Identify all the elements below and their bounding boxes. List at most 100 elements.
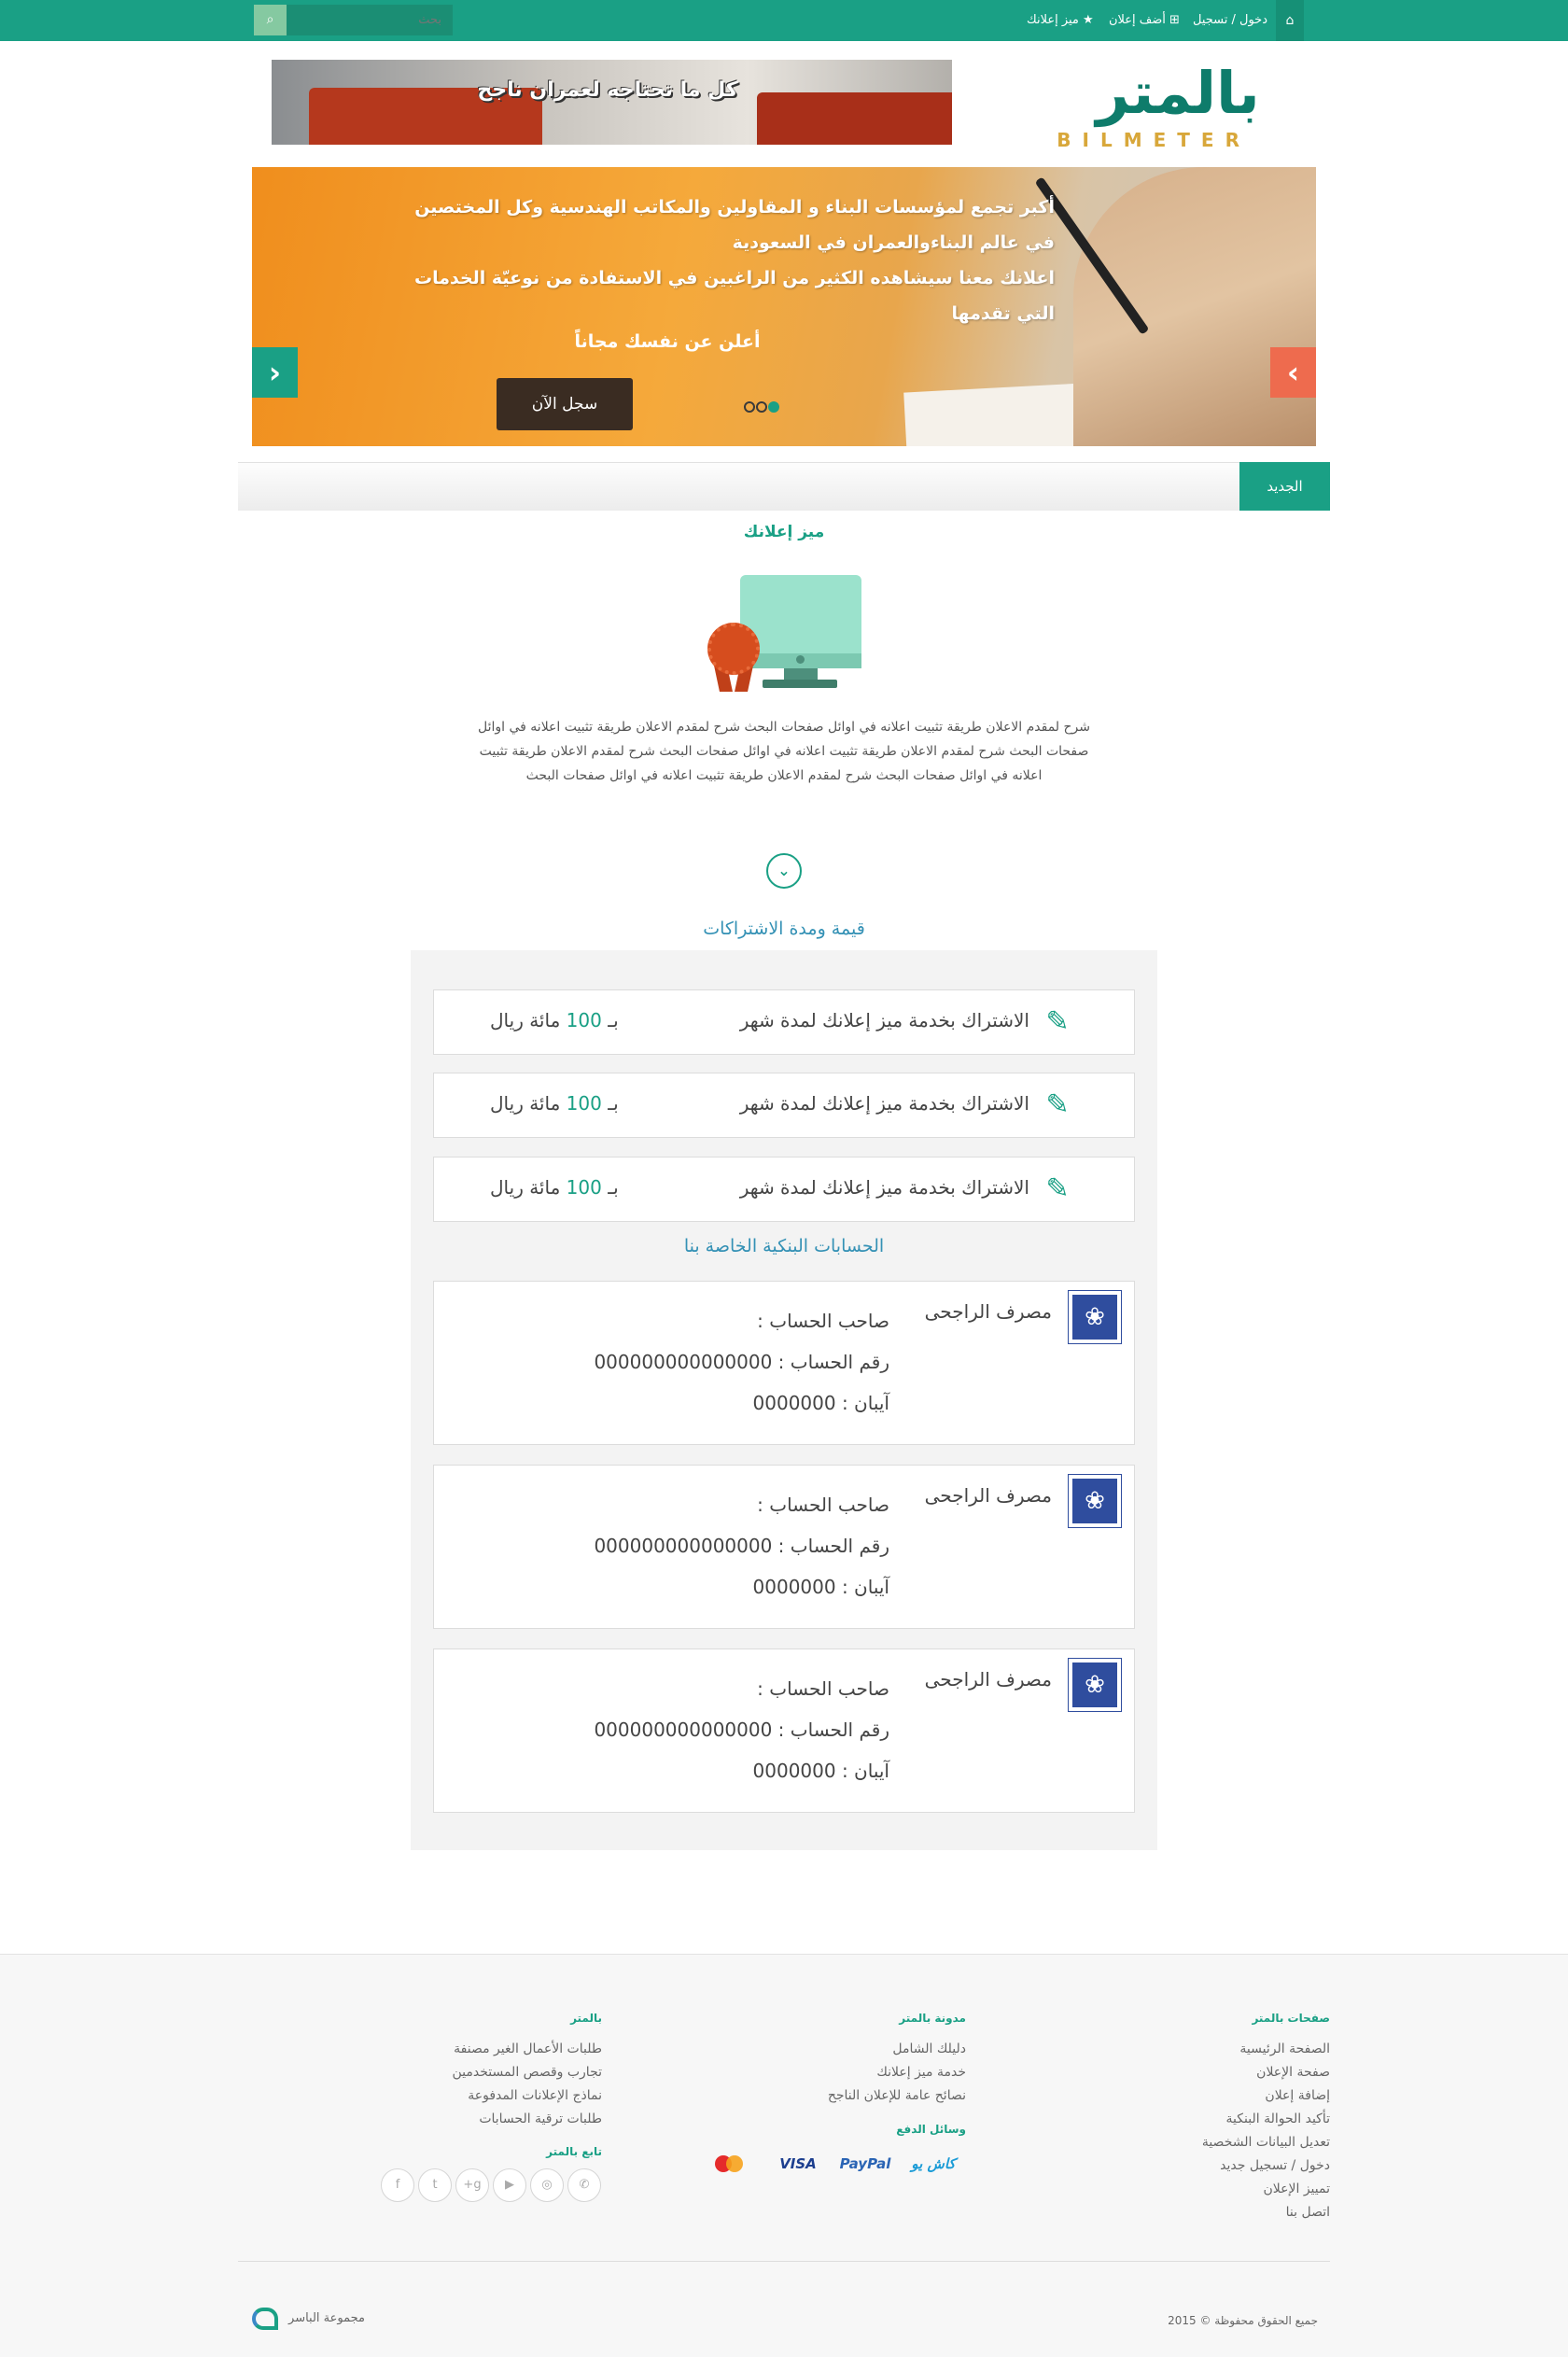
footer-col-title: بالمتر [570, 2012, 602, 2025]
price-prefix: بـ [608, 1092, 619, 1115]
footer-link[interactable]: طلبات الأعمال الغير مصنفة [322, 2041, 602, 2056]
slide-line: اعلانك معنا سيشاهده الكثير من الراغبين ف… [413, 268, 1055, 288]
cashu-icon: كاش يو [911, 2155, 956, 2172]
group-name[interactable]: مجموعة الباسر [271, 2311, 383, 2325]
twitter-icon[interactable]: t [418, 2168, 452, 2202]
search-input[interactable] [285, 5, 453, 35]
plus-square-icon: ⊞ [1165, 13, 1180, 27]
footer-link[interactable]: صفحة الإعلان [1050, 2065, 1330, 2080]
payments-title: وسائل الدفع [896, 2123, 966, 2136]
price-amount: 100 [566, 1176, 602, 1199]
banner-text: كل ما تحتاجه لعمران ناجح [477, 78, 738, 102]
subscription-plan[interactable]: ✎ الاشتراك بخدمة ميز إعلانك لمدة شهر بـ … [433, 989, 1135, 1055]
instagram-icon[interactable]: ◎ [530, 2168, 564, 2202]
footer-col-title: مدونة بالمتر [899, 2012, 966, 2025]
slider-dot-active[interactable] [768, 401, 779, 413]
footer-link[interactable]: طلبات ترقية الحسابات [322, 2111, 602, 2126]
price-amount: 100 [566, 1092, 602, 1115]
hero-slider: أكبر تجمع لمؤسسات البناء و المقاولين وال… [252, 167, 1316, 446]
footer-link[interactable]: تأكيد الحوالة البنكية [1050, 2111, 1330, 2126]
subscription-plan[interactable]: ✎ الاشتراك بخدمة ميز إعلانك لمدة شهر بـ … [433, 1073, 1135, 1138]
slide-headline: أكبر تجمع لمؤسسات البناء و المقاولين وال… [252, 189, 1055, 331]
add-ad-label: أضف إعلان [1109, 13, 1166, 27]
price-prefix: بـ [608, 1009, 619, 1031]
chevron-down-icon[interactable]: ⌄ [766, 853, 802, 889]
bank-account-card: ❀ مصرف الراجحى صاحب الحساب : رقم الحساب … [433, 1465, 1135, 1629]
mastercard-circle [726, 2155, 743, 2172]
slide-line: التي تقدمها [951, 303, 1055, 324]
tab-bar [238, 462, 1330, 511]
slider-dot[interactable] [744, 401, 755, 413]
visa-icon: VISA [779, 2155, 817, 2172]
plan-price: بـ 100 مائة ريال [490, 1009, 639, 1031]
edit-document-icon: ✎ [1045, 1005, 1070, 1038]
account-owner: صاحب الحساب : [757, 1677, 889, 1700]
footer-link[interactable]: تجارب وقصص المستخدمين [322, 2065, 602, 2080]
award-badge-icon [707, 623, 760, 675]
youtube-icon[interactable]: ▶ [493, 2168, 526, 2202]
site-logo-latin: BILMETER [1057, 129, 1251, 151]
tab-new[interactable]: الجديد [1239, 462, 1330, 511]
footer-link[interactable]: إضافة إعلان [1050, 2088, 1330, 2103]
footer-link[interactable]: دليلك الشامل [686, 2041, 966, 2056]
price-prefix: بـ [608, 1176, 619, 1199]
register-now-button[interactable]: سجل الآن [497, 378, 633, 430]
google-plus-icon[interactable]: g+ [455, 2168, 489, 2202]
subscriptions-title: قيمة ومدة الاشتراكات [703, 919, 865, 939]
feature-ad-link[interactable]: ★ ميز إعلانك [1027, 0, 1094, 41]
price-suffix: مائة ريال [490, 1009, 561, 1031]
account-number: رقم الحساب : 000000000000000 [594, 1535, 889, 1557]
bank-logo-icon: ❀ [1068, 1474, 1122, 1528]
slide-line: في عالم البناءوالعمران في السعودية [732, 232, 1055, 253]
price-suffix: مائة ريال [490, 1092, 561, 1115]
chevron-right-icon[interactable]: › [1270, 347, 1316, 398]
footer-col-title: صفحات بالمتر [1252, 2012, 1330, 2025]
account-iban: آيبان : 0000000 [752, 1760, 889, 1782]
account-owner: صاحب الحساب : [757, 1494, 889, 1516]
account-iban: آيبان : 0000000 [752, 1392, 889, 1414]
header-banner[interactable]: كل ما تحتاجه لعمران ناجح [272, 60, 952, 145]
bank-logo-icon: ❀ [1068, 1658, 1122, 1712]
footer-divider [238, 2261, 1330, 2262]
price-suffix: مائة ريال [490, 1176, 561, 1199]
paypal-icon: PayPal [839, 2155, 891, 2172]
footer-link[interactable]: نصائح عامة للإعلان الناجح [686, 2088, 966, 2103]
footer-link[interactable]: الصفحة الرئيسية [1050, 2041, 1330, 2056]
bank-account-card: ❀ مصرف الراجحى صاحب الحساب : رقم الحساب … [433, 1281, 1135, 1445]
slider-dot[interactable] [756, 401, 767, 413]
footer-link[interactable]: اتصل بنا [1050, 2205, 1330, 2220]
top-navbar [0, 0, 1568, 41]
home-icon[interactable]: ⌂ [1276, 0, 1304, 41]
add-ad-link[interactable]: ⊞ أضف إعلان [1109, 0, 1180, 41]
plan-price: بـ 100 مائة ريال [490, 1176, 639, 1199]
bank-accounts-title: الحسابات البنكية الخاصة بنا [683, 1236, 885, 1256]
facebook-icon[interactable]: f [381, 2168, 414, 2202]
plan-price: بـ 100 مائة ريال [490, 1092, 639, 1115]
plan-label: الاشتراك بخدمة ميز إعلانك لمدة شهر [739, 1092, 1029, 1115]
subscription-plan[interactable]: ✎ الاشتراك بخدمة ميز إعلانك لمدة شهر بـ … [433, 1157, 1135, 1222]
chevron-left-icon[interactable]: ‹ [252, 347, 298, 398]
footer-link[interactable]: دخول / تسجيل جديد [1050, 2158, 1330, 2173]
account-iban: آيبان : 0000000 [752, 1576, 889, 1598]
bank-account-card: ❀ مصرف الراجحى صاحب الحساب : رقم الحساب … [433, 1648, 1135, 1813]
slide-image-hand [1073, 167, 1316, 446]
monitor-button [796, 655, 805, 664]
login-register-link[interactable]: دخول / تسجيل [1193, 0, 1267, 41]
feature-description: شرح لمقدم الاعلان طريقة تثبيت اعلانه في … [477, 720, 1091, 783]
price-amount: 100 [566, 1009, 602, 1031]
footer-link[interactable]: تمييز الإعلان [1050, 2182, 1330, 2196]
bank-logo-icon: ❀ [1068, 1290, 1122, 1344]
copyright-text: جميع الحقوق محفوظة © 2015 [1168, 2314, 1318, 2327]
account-owner: صاحب الحساب : [757, 1310, 889, 1332]
mastercard-icon [709, 2155, 750, 2172]
footer-link[interactable]: تعديل البيانات الشخصية [1050, 2135, 1330, 2150]
slide-line: أكبر تجمع لمؤسسات البناء و المقاولين وال… [414, 197, 1055, 217]
footer-link[interactable]: خدمة ميز إعلانك [686, 2065, 966, 2080]
search-icon[interactable]: ⌕ [254, 5, 287, 35]
edit-document-icon: ✎ [1045, 1172, 1070, 1205]
site-logo[interactable]: بالمتر [1038, 56, 1318, 131]
account-number: رقم الحساب : 000000000000000 [594, 1719, 889, 1741]
footer-link[interactable]: نماذج الإعلانات المدفوعة [322, 2088, 602, 2103]
follow-title: تابع بالمتر [546, 2145, 602, 2158]
whatsapp-icon[interactable]: ✆ [567, 2168, 601, 2202]
